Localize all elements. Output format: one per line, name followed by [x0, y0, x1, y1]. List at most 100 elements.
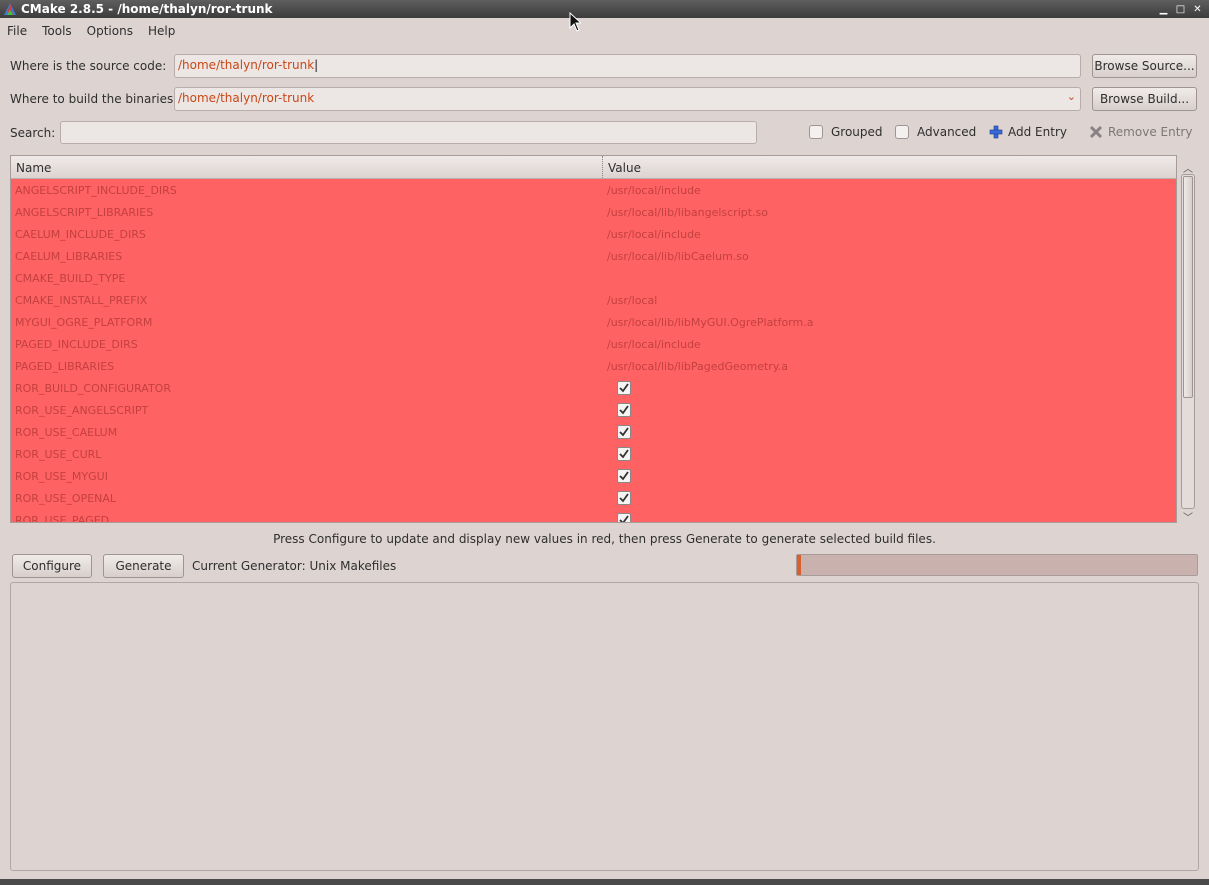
- table-row[interactable]: ROR_USE_ANGELSCRIPT: [11, 399, 1176, 421]
- cell-value[interactable]: /usr/local/include: [603, 184, 701, 197]
- cell-value[interactable]: /usr/local: [603, 294, 657, 307]
- maximize-icon[interactable]: □: [1175, 4, 1186, 15]
- cache-table[interactable]: Name Value ANGELSCRIPT_INCLUDE_DIRS/usr/…: [10, 155, 1177, 523]
- close-icon[interactable]: ✕: [1192, 4, 1203, 15]
- search-label: Search:: [10, 126, 56, 140]
- browse-build-button[interactable]: Browse Build...: [1092, 87, 1197, 111]
- cell-value: [603, 403, 631, 417]
- table-scrollbar[interactable]: ︿ ﹀: [1179, 160, 1197, 524]
- output-log[interactable]: [10, 582, 1199, 871]
- cell-value: [603, 491, 631, 505]
- table-row[interactable]: MYGUI_OGRE_PLATFORM/usr/local/lib/libMyG…: [11, 311, 1176, 333]
- table-row[interactable]: CAELUM_LIBRARIES/usr/local/lib/libCaelum…: [11, 245, 1176, 267]
- generate-button[interactable]: Generate: [103, 554, 184, 578]
- cell-value[interactable]: /usr/local/lib/libCaelum.so: [603, 250, 749, 263]
- cell-name: ROR_USE_CURL: [15, 447, 102, 461]
- menu-file[interactable]: File: [0, 22, 35, 42]
- cell-name: ROR_USE_MYGUI: [15, 469, 108, 483]
- remove-x-icon: [1089, 125, 1103, 139]
- advanced-checkbox-box[interactable]: [895, 125, 909, 139]
- menu-tools[interactable]: Tools: [35, 22, 80, 42]
- scroll-up-icon[interactable]: ︿: [1183, 160, 1193, 175]
- column-header-value[interactable]: Value: [603, 156, 646, 178]
- menu-bar: File Tools Options Help: [0, 22, 183, 42]
- configure-button[interactable]: Configure: [12, 554, 92, 578]
- checkmark-icon: [619, 449, 629, 459]
- checkmark-icon: [619, 427, 629, 437]
- cell-name: ROR_USE_PAGED: [15, 513, 110, 523]
- remove-entry-button[interactable]: Remove Entry: [1089, 125, 1192, 139]
- table-row[interactable]: PAGED_LIBRARIES/usr/local/lib/libPagedGe…: [11, 355, 1176, 377]
- table-row[interactable]: ANGELSCRIPT_INCLUDE_DIRS/usr/local/inclu…: [11, 179, 1176, 201]
- cell-value: [603, 447, 631, 461]
- instruction-text: Press Configure to update and display ne…: [273, 532, 936, 546]
- option-checkbox[interactable]: [617, 513, 631, 522]
- table-row[interactable]: ROR_USE_CAELUM: [11, 421, 1176, 443]
- progress-fill: [797, 555, 801, 575]
- table-row[interactable]: ROR_USE_CURL: [11, 443, 1176, 465]
- cell-value[interactable]: /usr/local/lib/libangelscript.so: [603, 206, 768, 219]
- table-row[interactable]: ROR_USE_OPENAL: [11, 487, 1176, 509]
- cell-value[interactable]: /usr/local/include: [603, 338, 701, 351]
- table-row[interactable]: CMAKE_BUILD_TYPE: [11, 267, 1176, 289]
- cell-name: ANGELSCRIPT_LIBRARIES: [15, 205, 154, 219]
- text-caret: |: [314, 58, 319, 72]
- checkmark-icon: [619, 493, 629, 503]
- cell-name: ANGELSCRIPT_INCLUDE_DIRS: [15, 183, 177, 197]
- search-input[interactable]: [60, 121, 757, 144]
- scroll-track[interactable]: [1181, 174, 1195, 509]
- cell-name: ROR_USE_OPENAL: [15, 491, 117, 505]
- cell-value: [603, 469, 631, 483]
- grouped-checkbox-box[interactable]: [809, 125, 823, 139]
- table-row[interactable]: PAGED_INCLUDE_DIRS/usr/local/include: [11, 333, 1176, 355]
- grouped-checkbox[interactable]: Grouped: [809, 125, 883, 139]
- table-row[interactable]: CMAKE_INSTALL_PREFIX/usr/local: [11, 289, 1176, 311]
- cell-name: ROR_USE_ANGELSCRIPT: [15, 403, 149, 417]
- title-bar: CMake 2.8.5 - /home/thalyn/ror-trunk ▁ □…: [0, 0, 1209, 18]
- table-row[interactable]: ANGELSCRIPT_LIBRARIES/usr/local/lib/liba…: [11, 201, 1176, 223]
- add-entry-button[interactable]: Add Entry: [989, 125, 1067, 139]
- mouse-cursor-icon: [569, 12, 581, 32]
- source-path-value: /home/thalyn/ror-trunk: [178, 58, 315, 72]
- cell-name: PAGED_LIBRARIES: [15, 359, 115, 373]
- menu-help[interactable]: Help: [141, 22, 183, 42]
- table-row[interactable]: ROR_BUILD_CONFIGURATOR: [11, 377, 1176, 399]
- scroll-down-icon[interactable]: ﹀: [1183, 509, 1193, 524]
- table-header: Name Value: [11, 156, 1176, 179]
- browse-source-button[interactable]: Browse Source...: [1092, 54, 1197, 78]
- option-checkbox[interactable]: [617, 425, 631, 439]
- checkmark-icon: [619, 515, 629, 522]
- cell-name: CMAKE_BUILD_TYPE: [15, 271, 126, 285]
- window-bottom-border: [0, 879, 1209, 885]
- source-path-input[interactable]: /home/thalyn/ror-trunk|: [174, 54, 1081, 78]
- option-checkbox[interactable]: [617, 381, 631, 395]
- advanced-checkbox[interactable]: Advanced: [895, 125, 976, 139]
- checkmark-icon: [619, 405, 629, 415]
- column-header-name[interactable]: Name: [11, 156, 603, 178]
- checkmark-icon: [619, 471, 629, 481]
- table-row[interactable]: ROR_USE_MYGUI: [11, 465, 1176, 487]
- cell-value[interactable]: /usr/local/lib/libPagedGeometry.a: [603, 360, 788, 373]
- table-row[interactable]: CAELUM_INCLUDE_DIRS/usr/local/include: [11, 223, 1176, 245]
- option-checkbox[interactable]: [617, 491, 631, 505]
- menu-options[interactable]: Options: [80, 22, 141, 42]
- cell-value[interactable]: /usr/local/include: [603, 228, 701, 241]
- minimize-icon[interactable]: ▁: [1158, 4, 1169, 15]
- cell-value: [603, 381, 631, 395]
- cell-name: PAGED_INCLUDE_DIRS: [15, 337, 138, 351]
- build-path-combobox[interactable]: /home/thalyn/ror-trunk ⌄: [174, 87, 1081, 111]
- option-checkbox[interactable]: [617, 447, 631, 461]
- plus-icon: [989, 125, 1003, 139]
- cell-value: [603, 425, 631, 439]
- table-row[interactable]: ROR_USE_PAGED: [11, 509, 1176, 523]
- cell-name: MYGUI_OGRE_PLATFORM: [15, 315, 153, 329]
- option-checkbox[interactable]: [617, 403, 631, 417]
- option-checkbox[interactable]: [617, 469, 631, 483]
- window-title: CMake 2.8.5 - /home/thalyn/ror-trunk: [21, 2, 273, 16]
- cell-name: CAELUM_INCLUDE_DIRS: [15, 227, 146, 241]
- scroll-thumb[interactable]: [1183, 176, 1193, 398]
- chevron-down-icon[interactable]: ⌄: [1067, 90, 1076, 103]
- cell-value[interactable]: /usr/local/lib/libMyGUI.OgrePlatform.a: [603, 316, 814, 329]
- table-rows: ANGELSCRIPT_INCLUDE_DIRS/usr/local/inclu…: [11, 179, 1176, 523]
- cell-name: CMAKE_INSTALL_PREFIX: [15, 293, 148, 307]
